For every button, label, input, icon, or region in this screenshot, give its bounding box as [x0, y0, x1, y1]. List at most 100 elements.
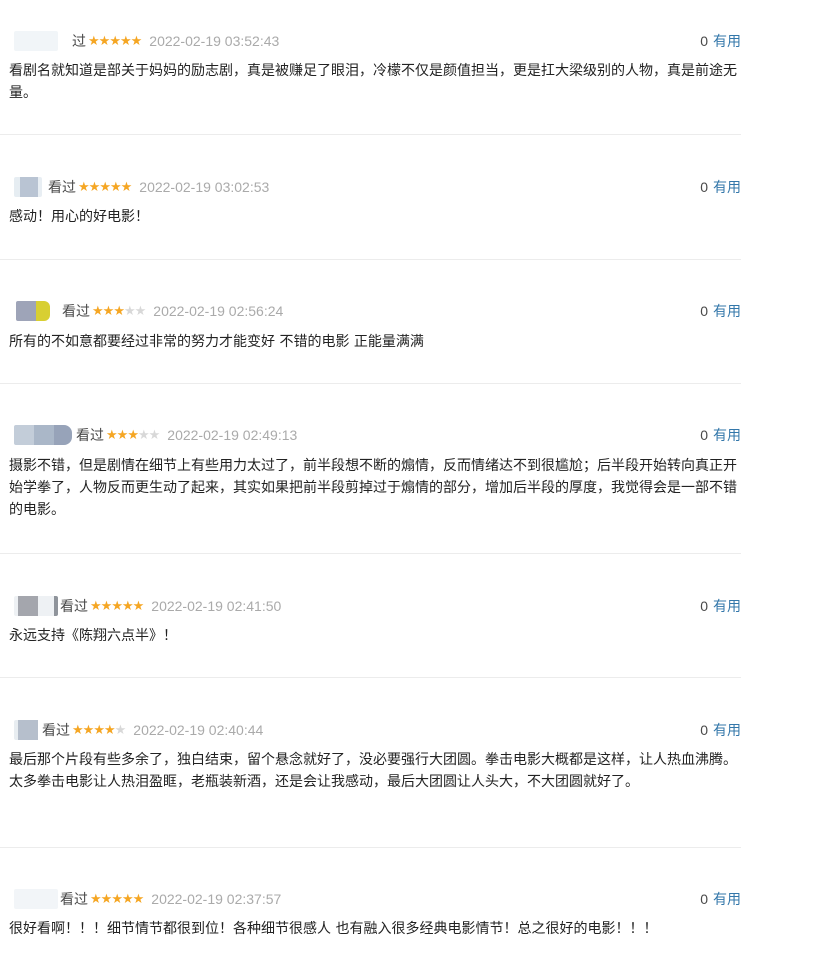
star-filled-icon: ★ — [88, 33, 100, 49]
divider — [0, 259, 741, 260]
rating-stars: ★★★★★ — [90, 598, 145, 614]
star-empty-icon: ★ — [134, 303, 147, 319]
star-filled-icon: ★ — [132, 598, 145, 614]
user-avatar[interactable] — [14, 720, 40, 740]
star-filled-icon: ★ — [100, 598, 113, 614]
user-avatar[interactable] — [14, 31, 58, 51]
status-label: 过 — [72, 34, 86, 50]
user-avatar[interactable] — [16, 301, 54, 321]
vote-count: 0 — [700, 303, 708, 319]
vote-count: 0 — [700, 33, 708, 49]
star-filled-icon: ★ — [109, 179, 122, 195]
star-filled-icon: ★ — [88, 179, 101, 195]
review-meta: 看过 ★★★★★ 2022-02-19 03:02:53 — [0, 177, 269, 197]
star-empty-icon: ★ — [123, 303, 136, 319]
star-filled-icon: ★ — [116, 427, 129, 443]
vote-count: 0 — [700, 598, 708, 614]
vote-count: 0 — [700, 179, 708, 195]
status-label: 看过 — [60, 599, 88, 615]
review-meta: 看过 ★★★★★ 2022-02-19 02:40:44 — [0, 720, 263, 740]
status-label: 看过 — [48, 180, 76, 196]
rating-stars: ★★★★★ — [92, 303, 147, 319]
review-timestamp: 2022-02-19 03:02:53 — [139, 179, 270, 195]
review-text: 摄影不错，但是剧情在细节上有些用力太过了，前半段想不断的煽情，反而情绪达不到很尴… — [9, 458, 737, 518]
divider — [0, 383, 741, 384]
status-label: 看过 — [76, 428, 104, 444]
star-filled-icon: ★ — [78, 179, 90, 195]
star-filled-icon: ★ — [130, 33, 143, 49]
review-timestamp: 2022-02-19 02:37:57 — [151, 891, 282, 907]
vote-count: 0 — [700, 722, 708, 738]
status-label: 看过 — [60, 892, 88, 908]
status-label: 看过 — [62, 304, 90, 320]
star-filled-icon: ★ — [111, 891, 123, 907]
star-filled-icon: ★ — [121, 891, 134, 907]
review-timestamp: 2022-02-19 02:41:50 — [151, 598, 282, 614]
star-filled-icon: ★ — [120, 179, 133, 195]
rating-stars: ★★★★★ — [78, 179, 133, 195]
status-label: 看过 — [42, 723, 70, 739]
vote-area: 0 有用 — [700, 425, 741, 445]
vote-area: 0 有用 — [700, 31, 741, 51]
divider — [0, 134, 741, 135]
review-text: 看剧名就知道是部关于妈妈的励志剧，真是被赚足了眼泪，冷檬不仅是颜值担当，更是扛大… — [9, 63, 737, 101]
review-timestamp: 2022-02-19 02:40:44 — [133, 722, 264, 738]
star-filled-icon: ★ — [103, 722, 116, 738]
useful-button[interactable]: 有用 — [713, 720, 741, 740]
user-avatar[interactable] — [14, 177, 42, 197]
review-text: 永远支持《陈翔六点半》！ — [9, 628, 177, 644]
review-meta: 过 ★★★★★ 2022-02-19 03:52:43 — [0, 31, 279, 51]
rating-stars: ★★★★★ — [72, 722, 127, 738]
star-filled-icon: ★ — [98, 33, 111, 49]
star-filled-icon: ★ — [99, 179, 111, 195]
user-avatar[interactable] — [14, 596, 58, 616]
useful-button[interactable]: 有用 — [713, 301, 741, 321]
divider — [0, 677, 741, 678]
review-timestamp: 2022-02-19 03:52:43 — [149, 33, 280, 49]
star-filled-icon: ★ — [106, 427, 118, 443]
review-text: 所有的不如意都要经过非常的努力才能变好 不错的电影 正能量满满 — [9, 334, 424, 350]
useful-button[interactable]: 有用 — [713, 889, 741, 909]
star-filled-icon: ★ — [90, 598, 102, 614]
user-avatar[interactable] — [14, 425, 72, 445]
review-text: 感动！用心的好电影！ — [9, 209, 149, 225]
rating-stars: ★★★★★ — [106, 427, 161, 443]
vote-area: 0 有用 — [700, 889, 741, 909]
user-avatar[interactable] — [14, 889, 58, 909]
star-empty-icon: ★ — [148, 427, 161, 443]
star-filled-icon: ★ — [132, 891, 145, 907]
useful-button[interactable]: 有用 — [713, 425, 741, 445]
star-filled-icon: ★ — [72, 722, 84, 738]
vote-count: 0 — [700, 891, 708, 907]
star-empty-icon: ★ — [137, 427, 150, 443]
star-empty-icon: ★ — [114, 722, 127, 738]
vote-area: 0 有用 — [700, 596, 741, 616]
vote-count: 0 — [700, 427, 708, 443]
review-timestamp: 2022-02-19 02:56:24 — [153, 303, 284, 319]
star-filled-icon: ★ — [92, 303, 104, 319]
divider — [0, 847, 741, 848]
review-meta: 看过 ★★★★★ 2022-02-19 02:41:50 — [0, 596, 281, 616]
star-filled-icon: ★ — [127, 427, 139, 443]
rating-stars: ★★★★★ — [88, 33, 143, 49]
star-filled-icon: ★ — [109, 33, 121, 49]
star-filled-icon: ★ — [111, 598, 123, 614]
star-filled-icon: ★ — [100, 891, 113, 907]
star-filled-icon: ★ — [119, 33, 132, 49]
review-text: 最后那个片段有些多余了，独白结束，留个悬念就好了，没必要强行大团圆。拳击电影大概… — [9, 752, 737, 790]
useful-button[interactable]: 有用 — [713, 31, 741, 51]
star-filled-icon: ★ — [82, 722, 95, 738]
star-filled-icon: ★ — [102, 303, 115, 319]
star-filled-icon: ★ — [113, 303, 125, 319]
vote-area: 0 有用 — [700, 177, 741, 197]
review-meta: 看过 ★★★★★ 2022-02-19 02:49:13 — [0, 425, 297, 445]
vote-area: 0 有用 — [700, 301, 741, 321]
review-timestamp: 2022-02-19 02:49:13 — [167, 427, 298, 443]
useful-button[interactable]: 有用 — [713, 596, 741, 616]
rating-stars: ★★★★★ — [90, 891, 145, 907]
vote-area: 0 有用 — [700, 720, 741, 740]
review-meta: 看过 ★★★★★ 2022-02-19 02:56:24 — [0, 301, 283, 321]
divider — [0, 553, 741, 554]
useful-button[interactable]: 有用 — [713, 177, 741, 197]
star-filled-icon: ★ — [121, 598, 134, 614]
